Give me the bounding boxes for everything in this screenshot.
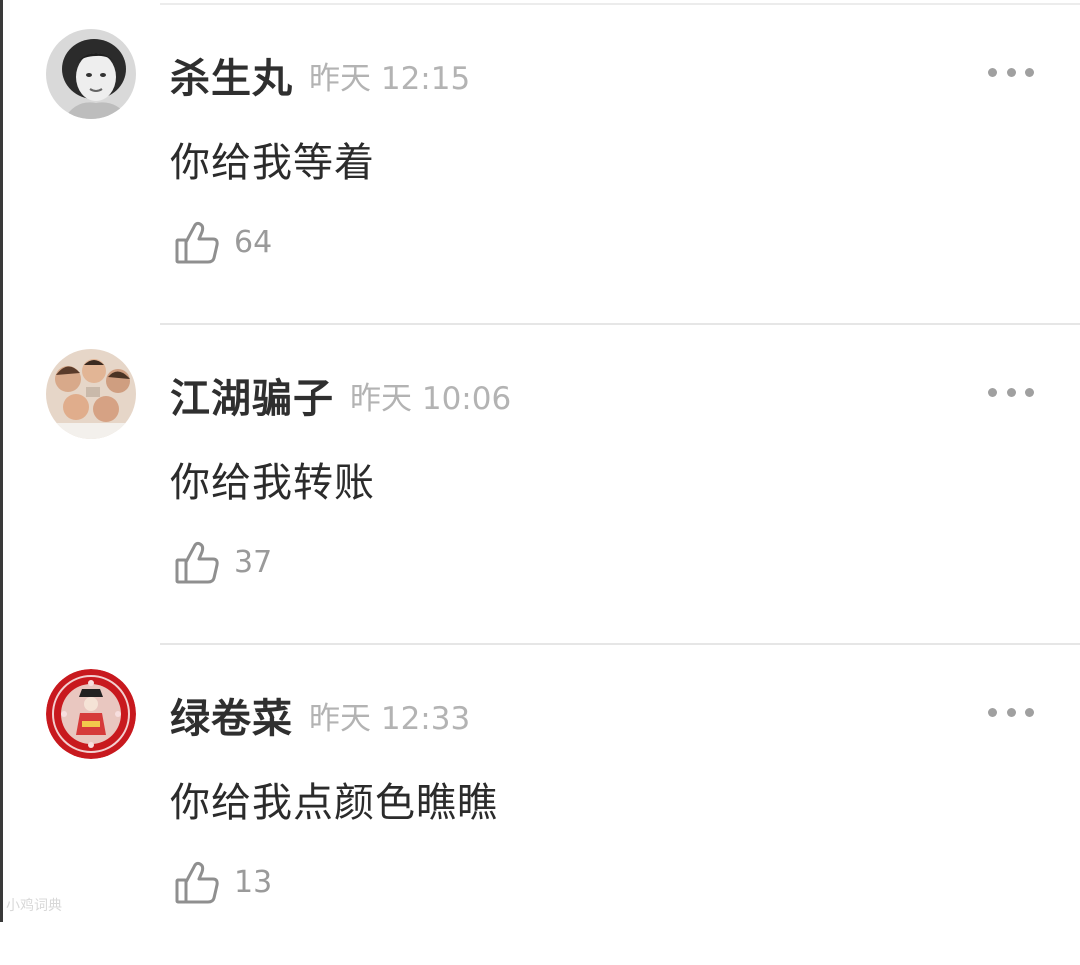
more-dot xyxy=(1006,67,1016,77)
avatar[interactable] xyxy=(46,349,136,439)
like-count: 64 xyxy=(234,224,273,260)
more-dots-icon[interactable] xyxy=(988,697,1034,727)
like-count: 13 xyxy=(234,864,273,900)
more-dot xyxy=(988,67,997,77)
comment-item: 江湖骗子 昨天 10:06 你给我转账 37 xyxy=(0,325,1080,645)
username[interactable]: 绿卷菜 xyxy=(170,686,293,744)
avatar-image xyxy=(46,669,136,759)
avatar[interactable] xyxy=(46,669,136,759)
comment-header: 绿卷菜 昨天 12:33 xyxy=(170,685,470,745)
comment-header: 杀生丸 昨天 12:15 xyxy=(170,45,470,105)
thumbs-up-icon xyxy=(175,221,219,264)
comment-text: 你给我转账 xyxy=(170,460,375,506)
watermark: 小鸡词典 xyxy=(6,898,62,914)
comment-text: 你给我点颜色瞧瞧 xyxy=(170,780,498,826)
more-dot xyxy=(1006,707,1016,717)
more-dot xyxy=(1025,707,1034,717)
timestamp: 昨天 10:06 xyxy=(350,380,512,417)
comment-item: 绿卷菜 昨天 12:33 你给我点颜色瞧瞧 13 xyxy=(0,645,1080,965)
more-dot xyxy=(1025,67,1034,77)
more-dots-icon[interactable] xyxy=(988,377,1034,407)
timestamp: 昨天 12:33 xyxy=(309,700,471,737)
like-button[interactable]: 37 xyxy=(174,537,272,587)
more-dot xyxy=(1006,387,1016,397)
timestamp: 昨天 12:15 xyxy=(309,60,471,97)
more-dots-icon[interactable] xyxy=(988,57,1034,87)
more-dot xyxy=(988,387,997,397)
avatar-image xyxy=(46,349,136,439)
username[interactable]: 江湖骗子 xyxy=(170,366,334,424)
like-button[interactable]: 13 xyxy=(174,857,272,907)
comment-text: 你给我等着 xyxy=(170,140,375,186)
like-button[interactable]: 64 xyxy=(174,217,272,267)
thumbs-up-icon xyxy=(175,861,219,904)
avatar-image xyxy=(46,29,136,119)
comment-header: 江湖骗子 昨天 10:06 xyxy=(170,365,511,425)
thumbs-up-icon xyxy=(175,541,219,584)
more-dot xyxy=(988,707,997,717)
comment-item: 杀生丸 昨天 12:15 你给我等着 64 xyxy=(0,5,1080,325)
like-count: 37 xyxy=(234,544,273,580)
more-dot xyxy=(1025,387,1034,397)
username[interactable]: 杀生丸 xyxy=(170,46,293,104)
avatar[interactable] xyxy=(46,29,136,119)
